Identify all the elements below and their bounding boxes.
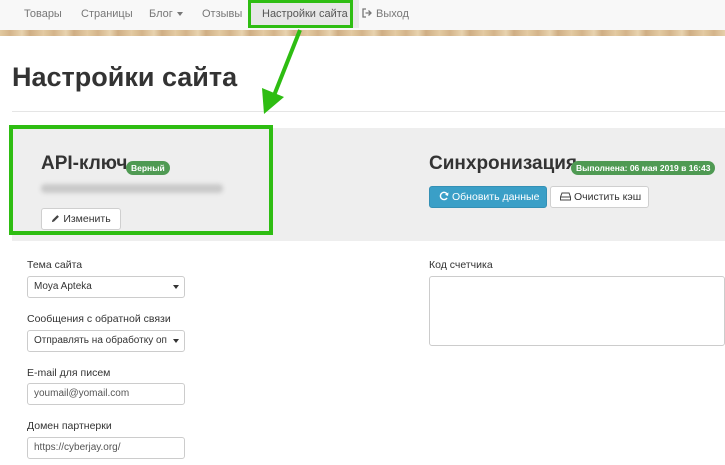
partner-domain-field[interactable]: https://cyberjay.org/ bbox=[27, 437, 185, 459]
counter-code-label: Код счетчика bbox=[429, 259, 493, 271]
refresh-button-label: Обновить данные bbox=[452, 191, 540, 203]
nav-item-label: Отзывы bbox=[202, 8, 243, 20]
caret-down-icon bbox=[176, 12, 183, 17]
top-navbar: Товары Страницы Блог Отзывы Настройки са… bbox=[0, 0, 725, 30]
drive-icon bbox=[560, 192, 571, 201]
nav-item-blog[interactable]: Блог bbox=[149, 0, 183, 28]
clear-cache-button-label: Очистить кэш bbox=[574, 191, 642, 203]
theme-select[interactable]: Moya Apteka bbox=[27, 276, 185, 298]
refresh-data-button[interactable]: Обновить данные bbox=[429, 186, 547, 208]
sync-title: Синхронизация bbox=[429, 153, 578, 174]
highlight-box-nav bbox=[248, 0, 353, 28]
refresh-icon bbox=[439, 191, 449, 201]
partner-domain-label: Домен партнерки bbox=[27, 420, 112, 432]
exit-icon bbox=[362, 8, 372, 18]
theme-label: Тема сайта bbox=[27, 259, 83, 271]
caret-down-icon bbox=[173, 285, 179, 289]
nav-item-label: Страницы bbox=[81, 8, 133, 20]
email-field-value: youmail@yomail.com bbox=[34, 388, 130, 399]
wood-divider bbox=[0, 30, 725, 36]
feedback-select[interactable]: Отправлять на обработку оп bbox=[27, 330, 185, 352]
highlight-box-api-key bbox=[9, 125, 273, 235]
feedback-label: Сообщения с обратной связи bbox=[27, 313, 171, 325]
email-field[interactable]: youmail@yomail.com bbox=[27, 383, 185, 405]
nav-item-reviews[interactable]: Отзывы bbox=[202, 0, 242, 28]
counter-code-textarea[interactable] bbox=[429, 276, 725, 346]
page-title: Настройки сайта bbox=[12, 62, 238, 92]
nav-item-label: Выход bbox=[376, 8, 409, 20]
nav-item-label: Блог bbox=[149, 8, 173, 20]
nav-item-pages[interactable]: Страницы bbox=[81, 0, 133, 28]
caret-down-icon bbox=[173, 339, 179, 343]
title-divider bbox=[12, 111, 725, 112]
feedback-select-value: Отправлять на обработку оп bbox=[34, 335, 167, 346]
theme-select-value: Moya Apteka bbox=[34, 281, 92, 292]
clear-cache-button[interactable]: Очистить кэш bbox=[550, 186, 649, 208]
sync-status-badge: Выполнена: 06 мая 2019 в 16:43 bbox=[571, 161, 716, 175]
partner-domain-value: https://cyberjay.org/ bbox=[34, 442, 121, 453]
nav-item-logout[interactable]: Выход bbox=[362, 0, 409, 28]
email-label: E-mail для писем bbox=[27, 367, 111, 379]
nav-item-products[interactable]: Товары bbox=[24, 0, 62, 28]
nav-item-label: Товары bbox=[24, 8, 62, 20]
